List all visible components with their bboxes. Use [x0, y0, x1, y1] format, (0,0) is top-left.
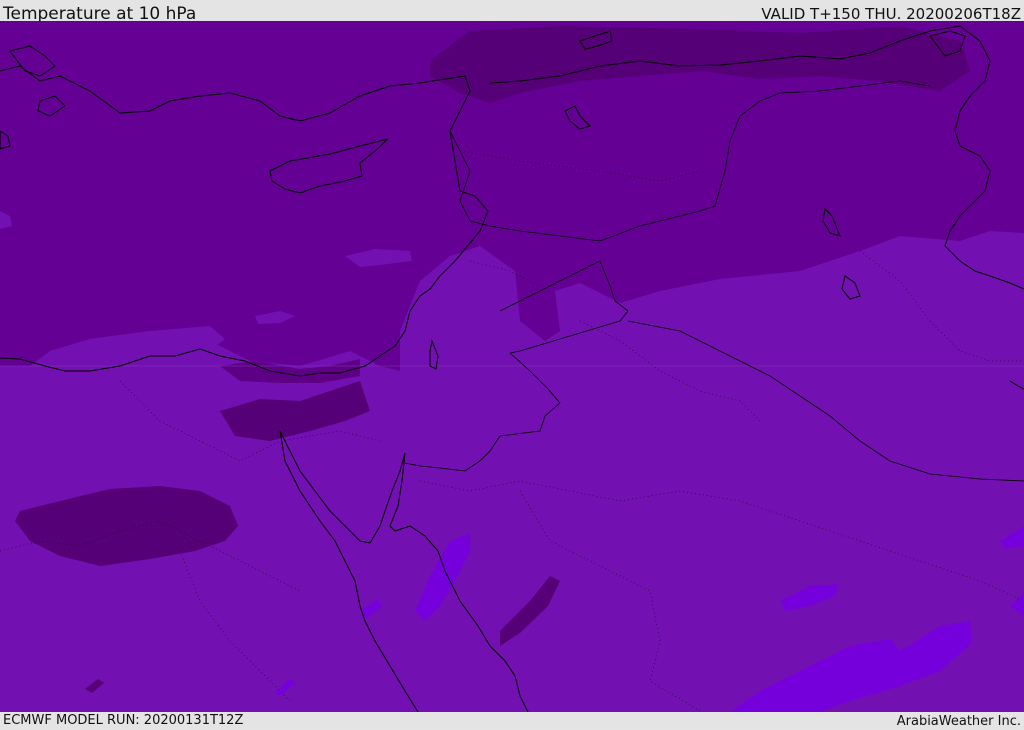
temperature-map [0, 21, 1024, 712]
credit-label: ArabiaWeather Inc. [896, 714, 1021, 729]
footer-bar: ECMWF MODEL RUN: 20200131T12Z ArabiaWeat… [0, 712, 1024, 729]
header-bar: Temperature at 10 hPa VALID T+150 THU. 2… [0, 0, 1024, 24]
model-run-label: ECMWF MODEL RUN: 20200131T12Z [3, 713, 244, 728]
